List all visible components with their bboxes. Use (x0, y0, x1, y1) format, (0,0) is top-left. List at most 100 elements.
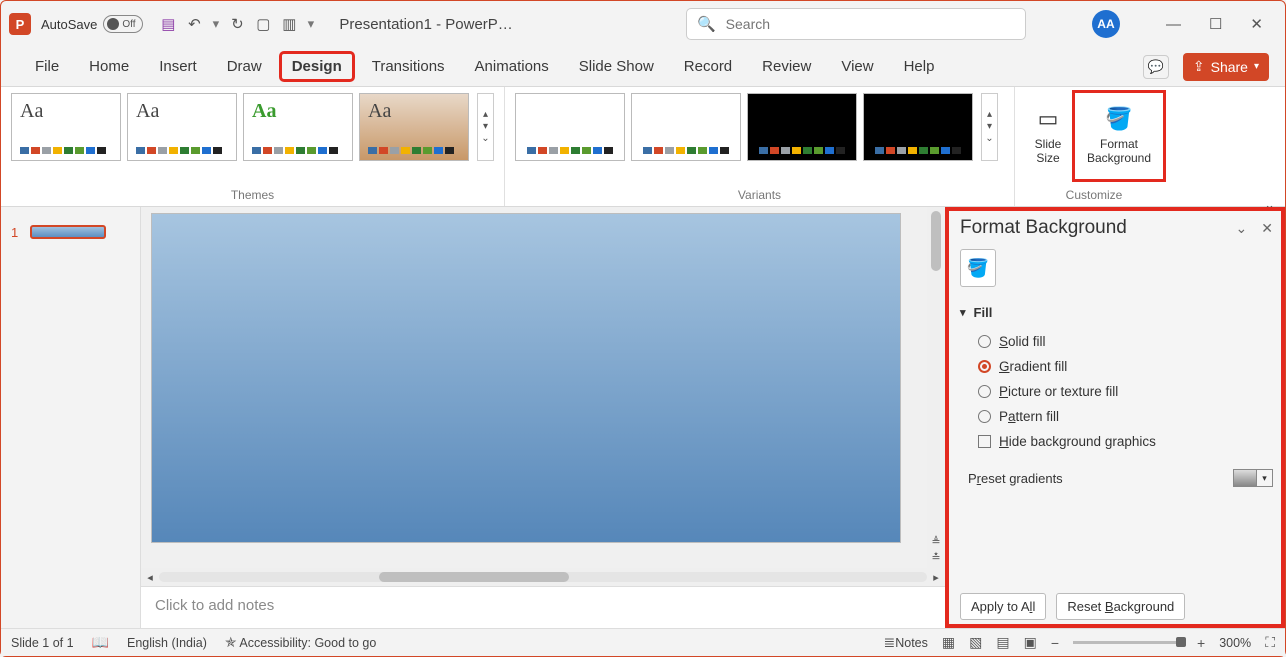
tab-record[interactable]: Record (672, 52, 744, 81)
chevron-down-icon[interactable]: ▾ (1254, 61, 1259, 72)
share-label: Share (1211, 59, 1248, 75)
preset-dropdown-icon[interactable]: ▾ (1257, 469, 1273, 487)
undo-icon[interactable]: ↶ (185, 15, 203, 33)
slideshow-from-start-icon[interactable]: ▢ (254, 15, 272, 33)
sorter-view-icon[interactable]: ▧ (969, 634, 982, 651)
horizontal-scrollbar[interactable]: ◂ ▸ (141, 568, 945, 586)
zoom-in-icon[interactable]: + (1197, 635, 1205, 651)
save-icon[interactable]: ▤ (159, 15, 177, 33)
theme-thumb-2[interactable]: Aa (127, 93, 237, 161)
scrollbar-thumb[interactable] (379, 572, 569, 582)
slide-thumbnail-pane[interactable]: 1 (1, 207, 141, 628)
variant-thumb-2[interactable] (631, 93, 741, 161)
variant-thumb-3[interactable] (747, 93, 857, 161)
variants-more-button[interactable]: ▴▾⌄ (981, 93, 998, 161)
preset-gradients-row: Preset gradients ▾ (960, 469, 1273, 487)
slide-size-icon: ▭ (1038, 106, 1059, 132)
fill-tab-icon[interactable]: 🪣 (960, 249, 996, 287)
variant-thumb-1[interactable] (515, 93, 625, 161)
fit-to-window-icon[interactable]: ⛶ (1265, 634, 1275, 651)
notes-button[interactable]: Notes (895, 636, 928, 650)
zoom-slider[interactable] (1073, 641, 1183, 644)
autosave-control[interactable]: AutoSave Off (41, 15, 143, 33)
search-input[interactable] (726, 16, 1015, 32)
tab-animations[interactable]: Animations (463, 52, 561, 81)
autosave-toggle[interactable]: Off (103, 15, 143, 33)
status-bar: Slide 1 of 1 📖 English (India) ✯ Accessi… (1, 628, 1285, 656)
theme-gallery[interactable]: Aa Aa Aa Aa ▴▾⌄ (11, 93, 494, 161)
slide-canvas[interactable] (151, 213, 901, 543)
taskpane-options-icon[interactable]: ⌄ (1236, 220, 1248, 237)
vertical-scrollbar[interactable]: ≜≛ (927, 207, 945, 568)
scroll-right-icon[interactable]: ▸ (927, 571, 945, 584)
tab-draw[interactable]: Draw (215, 52, 274, 81)
document-title: Presentation1 - PowerP… (339, 16, 512, 33)
scroll-left-icon[interactable]: ◂ (141, 571, 159, 584)
gradient-fill-label: radient fill (1010, 359, 1068, 374)
title-bar: P AutoSave Off ▤ ↶ ▾ ↻ ▢ ▥ ▾ Presentatio… (1, 1, 1285, 47)
maximize-icon[interactable]: ☐ (1209, 15, 1222, 33)
qat-more-icon[interactable]: ▾ (306, 16, 315, 32)
notes-icon[interactable]: ≣ (884, 634, 896, 650)
picture-fill-label: icture or texture fill (1008, 384, 1118, 399)
slide-size-label: Slide Size (1035, 137, 1062, 166)
taskpane-actions: Apply to All Reset Background (960, 583, 1273, 620)
tab-insert[interactable]: Insert (147, 52, 209, 81)
accessibility-icon[interactable]: ✯ (225, 634, 237, 650)
tab-view[interactable]: View (829, 52, 885, 81)
slide-indicator[interactable]: Slide 1 of 1 (11, 636, 74, 650)
notes-pane[interactable]: Click to add notes (141, 586, 945, 628)
user-avatar[interactable]: AA (1092, 10, 1120, 38)
comments-icon[interactable]: 💬 (1143, 55, 1169, 79)
picture-fill-option[interactable]: Picture or texture fill (978, 384, 1273, 399)
reset-background-button[interactable]: Reset Background (1056, 593, 1185, 620)
prev-slide-icon[interactable]: ≜ (931, 535, 940, 548)
scrollbar-thumb[interactable] (931, 211, 941, 271)
color-swatches (20, 147, 112, 154)
slideshow-view-icon[interactable]: ▣ (1024, 634, 1037, 651)
minimize-icon[interactable]: — (1166, 16, 1181, 33)
tab-file[interactable]: File (23, 52, 71, 81)
variant-gallery[interactable]: ▴▾⌄ (515, 93, 1004, 161)
apply-to-all-button[interactable]: Apply to All (960, 593, 1046, 620)
solid-fill-label: olid fill (1008, 334, 1046, 349)
format-background-button[interactable]: 🪣Format Background (1075, 93, 1163, 179)
spellcheck-icon[interactable]: 📖 (92, 634, 109, 651)
variant-thumb-4[interactable] (863, 93, 973, 161)
tab-design[interactable]: Design (280, 52, 354, 81)
search-box[interactable]: 🔍 (686, 8, 1026, 40)
themes-more-button[interactable]: ▴▾⌄ (477, 93, 494, 161)
window-controls: — ☐ ✕ (1166, 15, 1277, 33)
redo-icon[interactable]: ↻ (228, 15, 246, 33)
tab-help[interactable]: Help (892, 52, 947, 81)
tab-transitions[interactable]: Transitions (360, 52, 457, 81)
share-button[interactable]: ⇪Share▾ (1183, 53, 1269, 81)
solid-fill-option[interactable]: Solid fill (978, 334, 1273, 349)
pattern-fill-option[interactable]: Pattern fill (978, 409, 1273, 424)
tab-home[interactable]: Home (77, 52, 141, 81)
preset-swatch[interactable] (1233, 469, 1257, 487)
undo-dropdown-icon[interactable]: ▾ (211, 16, 220, 32)
reading-view-icon[interactable]: ▤ (996, 634, 1009, 651)
hide-graphics-option[interactable]: Hide background graphics (978, 434, 1273, 449)
hide-graphics-label: ide background graphics (1009, 434, 1156, 449)
window-layout-icon[interactable]: ▥ (280, 15, 298, 33)
taskpane-close-icon[interactable]: ✕ (1261, 220, 1273, 237)
slide-thumbnail-1[interactable] (30, 225, 106, 239)
zoom-level[interactable]: 300% (1219, 636, 1251, 650)
gradient-fill-option[interactable]: Gradient fill (978, 359, 1273, 374)
normal-view-icon[interactable]: ▦ (942, 634, 955, 651)
slide-size-button[interactable]: ▭ Slide Size (1025, 93, 1071, 179)
fill-header[interactable]: ▾Fill (960, 305, 1273, 320)
close-icon[interactable]: ✕ (1250, 15, 1263, 33)
theme-thumb-4[interactable]: Aa (359, 93, 469, 161)
language-indicator[interactable]: English (India) (127, 636, 207, 650)
tab-slideshow[interactable]: Slide Show (567, 52, 666, 81)
chevron-down-icon: ▾ (960, 306, 966, 319)
accessibility-status[interactable]: Accessibility: Good to go (239, 636, 376, 650)
theme-thumb-3[interactable]: Aa (243, 93, 353, 161)
tab-review[interactable]: Review (750, 52, 823, 81)
zoom-out-icon[interactable]: − (1051, 635, 1059, 651)
next-slide-icon[interactable]: ≛ (931, 551, 940, 564)
theme-thumb-1[interactable]: Aa (11, 93, 121, 161)
